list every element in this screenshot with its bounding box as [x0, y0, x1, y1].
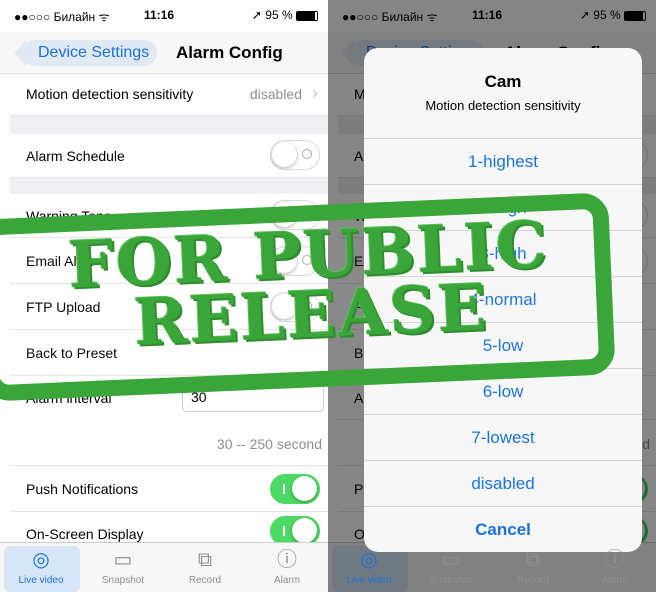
motion-sensitivity-value: disabled [249, 86, 302, 102]
alarm-interval-hint-row: 30 -- 250 second [10, 420, 328, 466]
onscreen-display-label: On-Screen Display [26, 526, 144, 542]
status-bar: ●●○○○ Билайн ᯤ 11:16 ➚ 95 % [0, 0, 328, 32]
tab-alarm[interactable]: ⓘ Alarm [246, 543, 328, 592]
push-notifications-label: Push Notifications [26, 481, 139, 497]
alarm-schedule-row: Alarm Schedule [10, 134, 328, 178]
release-stamp-text: FOR PUBLIC RELEASE [38, 208, 583, 361]
option-7-lowest[interactable]: 7-lowest [364, 414, 642, 460]
alarm-schedule-toggle[interactable] [270, 140, 320, 170]
image-icon: ▭ [441, 549, 461, 571]
alarm-schedule-label: Alarm Schedule [26, 148, 125, 164]
option-1-highest[interactable]: 1-highest [364, 138, 642, 184]
carrier-label: ●●○○○ Билайн ᯤ [14, 10, 110, 24]
alert-message: Motion detection sensitivity [425, 98, 581, 113]
tab-label: Alarm [601, 575, 629, 586]
motion-sensitivity-label: Motion detection sensitivity [26, 86, 194, 102]
navigation-bar: Device Settings Alarm Config [0, 32, 328, 74]
tab-record[interactable]: ⧉ Record [164, 543, 246, 592]
onscreen-display-row: On-Screen Display [10, 512, 328, 546]
tab-label: Record [516, 575, 550, 586]
cancel-button[interactable]: Cancel [364, 506, 642, 552]
section-gap [10, 116, 328, 134]
battery-icon [296, 10, 318, 21]
status-time: 11:16 [144, 8, 175, 22]
tab-label: Snapshot [101, 575, 145, 586]
tab-label: Snapshot [429, 575, 473, 586]
tab-live-video[interactable]: ◎ Live video [0, 543, 82, 592]
push-notifications-toggle[interactable] [270, 474, 320, 504]
alarm-interval-hint: 30 -- 250 second [216, 436, 322, 452]
battery-indicator: ➚ 95 % [252, 8, 318, 22]
tab-label: Live video [346, 575, 392, 586]
tab-bar: ◎ Live video ▭ Snapshot ⧉ Record ⓘ Alarm [0, 542, 328, 592]
back-button[interactable]: Device Settings [13, 40, 158, 66]
tab-label: Live video [18, 575, 64, 586]
push-notifications-row: Push Notifications [10, 466, 328, 512]
alert-title: Cam [484, 72, 522, 91]
tab-snapshot[interactable]: ▭ Snapshot [82, 543, 164, 592]
alert-icon: ⓘ [277, 549, 297, 571]
page-title: Alarm Config [176, 43, 283, 62]
tab-label: Alarm [273, 575, 301, 586]
video-camera-icon: ⧉ [525, 549, 541, 571]
option-disabled[interactable]: disabled [364, 460, 642, 506]
video-camera-icon: ⧉ [197, 549, 213, 571]
motion-sensitivity-row[interactable]: Motion detection sensitivity disabled › [10, 74, 328, 116]
camera-lens-icon: ◎ [360, 549, 378, 571]
chevron-right-icon: › [312, 83, 318, 103]
alert-icon: ⓘ [605, 549, 625, 571]
tab-label: Record [188, 575, 222, 586]
image-icon: ▭ [113, 549, 133, 571]
section-gap [10, 178, 328, 194]
camera-lens-icon: ◎ [32, 549, 50, 571]
